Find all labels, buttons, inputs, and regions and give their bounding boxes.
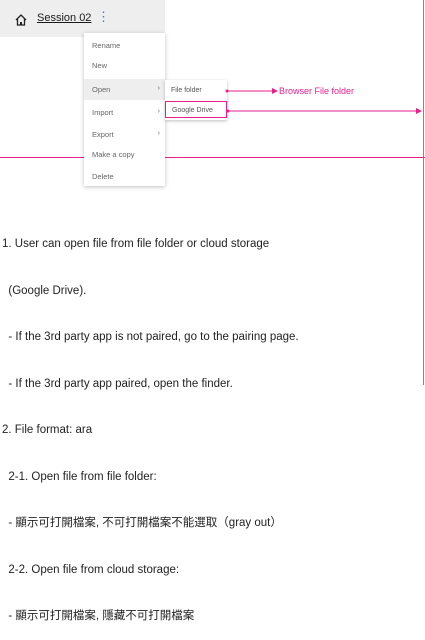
notes-line: (Google Drive). [2,284,87,297]
arrow-origin-dot [225,89,229,93]
notes-line: - 顯示可打開檔案, 不可打開檔案不能選取（gray out） [2,517,282,529]
menu-item-label: Delete [92,172,114,181]
arrowhead-icon [416,108,422,114]
annotation-label-browser-file-folder: Browser File folder [279,86,355,96]
notes-line: - 顯示可打開檔案, 隱藏不可打開檔案 [2,610,195,622]
notes-line: 2-1. Open file from file folder: [2,470,157,483]
notes-line: 1. User can open file from file folder o… [2,238,270,250]
arrowhead-icon [272,88,278,94]
menu-item-delete[interactable]: Delete [84,166,165,187]
notes-line: - If the 3rd party app is not paired, go… [2,331,299,343]
arrow-origin-dot [226,109,230,113]
spec-notes: 1. User can open file from file folder o… [2,206,299,640]
annotation-arrows [225,88,422,114]
notes-line: 2-2. Open file from cloud storage: [2,563,180,576]
notes-line: 2. File format: ara [2,424,93,436]
notes-line: - If the 3rd party app paired, open the … [2,377,233,390]
